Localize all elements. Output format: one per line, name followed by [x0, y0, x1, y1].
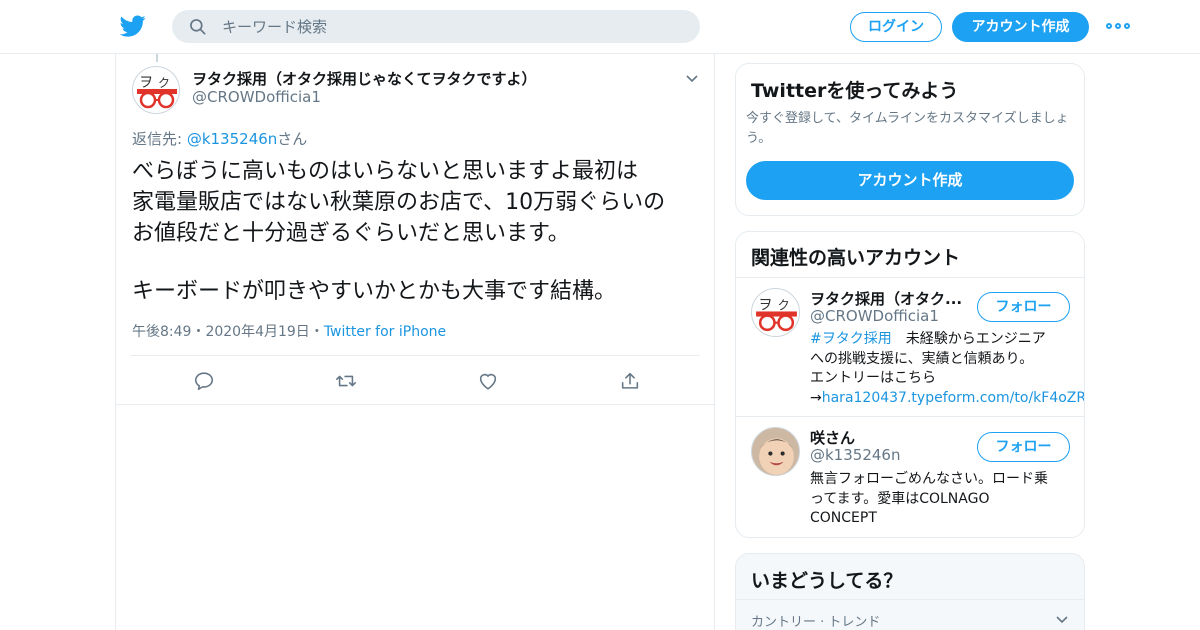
meta-separator: ・ — [309, 324, 324, 340]
tweet-metadata: 午後8:49・2020年4月19日・Twitter for iPhone — [132, 321, 446, 341]
reply-mention-link[interactable]: @k135246n — [187, 130, 277, 148]
account-bio: #ヲタク採用 未経験からエンジニア への挑戦支援に、実績と信頼あり。 エントリー… — [810, 330, 1084, 408]
reply-icon[interactable] — [193, 370, 215, 392]
account-name[interactable]: ヲタク採用（オタク... — [810, 288, 962, 309]
reply-context: 返信先: @k135246nさん — [132, 128, 307, 149]
related-accounts-card: 関連性の高いアカウント ヲ ク ヲタク採用（オタク... @CROWDoffic… — [735, 231, 1085, 538]
account-name[interactable]: 咲さん — [810, 427, 855, 448]
divider — [736, 277, 1084, 278]
account-handle[interactable]: @CROWDofficia1 — [810, 307, 939, 325]
tweet-text: べらぼうに高いものはいらないと思いますよ最初は 家電量販店ではない秋葉原のお店で… — [132, 156, 702, 307]
reply-prefix: 返信先: — [132, 130, 187, 148]
signup-card: Twitterを使ってみよう 今すぐ登録して、タイムラインをカスタマイズしましょ… — [735, 63, 1085, 216]
like-heart-icon[interactable] — [477, 370, 499, 392]
tweet-text-line: べらぼうに高いものはいらないと思いますよ最初は — [132, 159, 639, 184]
baby-photo-icon — [752, 428, 799, 475]
tweet-source-link[interactable]: Twitter for iPhone — [324, 324, 446, 340]
search-box[interactable] — [172, 10, 700, 43]
signup-card-description: 今すぐ登録して、タイムラインをカスタマイズしましょう。 — [746, 111, 1069, 146]
trends-subtitle: カントリー · トレンド — [751, 615, 881, 630]
otaku-glasses-logo-icon: ヲ ク — [756, 297, 797, 332]
reply-suffix: さん — [277, 130, 308, 148]
trends-title: いまどうしてる？ — [751, 570, 903, 592]
avatar[interactable]: ヲ ク — [751, 288, 800, 337]
tweet-time[interactable]: 午後8:49 — [132, 324, 191, 340]
svg-text:ヲ: ヲ — [139, 75, 153, 91]
chevron-down-icon[interactable] — [684, 70, 700, 86]
tweet-actions — [130, 356, 700, 404]
tweet-author-name[interactable]: ヲタク採用（オタク採用じゃなくてヲタクですよ） — [192, 68, 537, 89]
svg-text:ク: ク — [778, 298, 790, 312]
account-handle[interactable]: @k135246n — [810, 446, 900, 464]
account-bio: 無言フォローごめんなさい。ロード乗 ってます。愛車はCOLNAGO CONCEP… — [810, 470, 1080, 529]
otaku-glasses-logo-icon: ヲ ク — [137, 75, 177, 109]
share-icon[interactable] — [619, 370, 641, 392]
search-input[interactable] — [222, 10, 682, 43]
bio-link[interactable]: hara120437.typeform.com/to/kF4oZR — [822, 390, 1084, 406]
meta-separator: ・ — [191, 324, 206, 340]
tweet-author-handle[interactable]: @CROWDofficia1 — [192, 88, 321, 106]
divider — [736, 416, 1084, 417]
trends-card: いまどうしてる？ カントリー · トレンド — [735, 553, 1085, 630]
tweet-text-line: お値段だと十分過ぎるぐらいだと思います。 — [132, 221, 570, 246]
bio-text: ってます。愛車はCOLNAGO — [810, 490, 990, 507]
tweet-text-line: キーボードが叩きやすいかとかも大事です結構。 — [132, 279, 617, 304]
login-button[interactable]: ログイン — [850, 12, 942, 42]
svg-text:ク: ク — [158, 76, 170, 90]
twitter-logo-icon[interactable] — [120, 13, 146, 39]
tweet-text-line: 家電量販店ではない秋葉原のお店で、10万弱ぐらいの — [132, 190, 666, 215]
follow-button[interactable]: フォロー — [977, 432, 1070, 462]
bio-text: 無言フォローごめんなさい。ロード乗 — [810, 471, 1048, 487]
signup-card-title: Twitterを使ってみよう — [751, 80, 959, 102]
thread-connector — [156, 54, 158, 62]
bio-text: CONCEPT — [810, 510, 877, 526]
avatar[interactable]: ヲ ク — [132, 66, 180, 114]
more-options-icon[interactable] — [1106, 18, 1130, 34]
related-accounts-title: 関連性の高いアカウント — [751, 247, 961, 269]
retweet-icon[interactable] — [335, 370, 357, 392]
svg-text:ヲ: ヲ — [758, 297, 772, 313]
tweet-column: ヲ ク ヲタク採用（オタク採用じゃなくてヲタクですよ） @CROWDoffici… — [115, 54, 715, 630]
chevron-down-icon[interactable] — [1054, 611, 1070, 627]
follow-button[interactable]: フォロー — [977, 292, 1070, 322]
signup-button[interactable]: アカウント作成 — [952, 12, 1089, 42]
avatar[interactable] — [751, 427, 800, 476]
signup-card-button[interactable]: アカウント作成 — [746, 161, 1074, 200]
bio-text: への挑戦支援に、実績と信頼あり。 — [810, 350, 1034, 367]
search-icon — [190, 19, 206, 35]
bio-text: エントリーはこちら — [810, 370, 936, 386]
hashtag-link[interactable]: #ヲタク採用 — [810, 331, 892, 347]
divider — [736, 599, 1084, 600]
divider — [116, 404, 714, 405]
tweet-date[interactable]: 2020年4月19日 — [205, 324, 309, 340]
top-bar: ログイン アカウント作成 — [0, 0, 1200, 54]
bio-text: 未経験からエンジニア — [891, 331, 1046, 347]
bio-arrow: → — [810, 389, 822, 406]
